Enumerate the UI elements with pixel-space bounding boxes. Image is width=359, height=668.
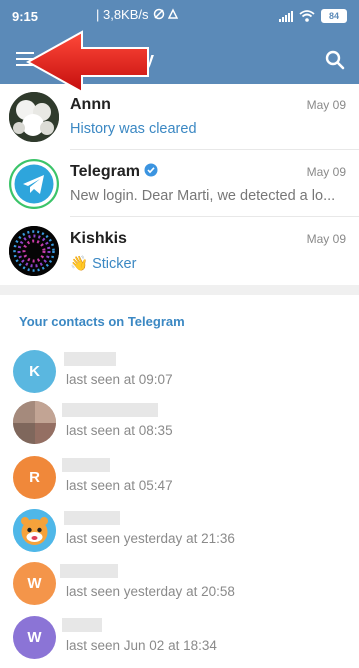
chat-name-text: Telegram xyxy=(70,163,140,180)
search-button[interactable] xyxy=(321,46,349,74)
last-seen: last seen Jun 02 at 18:34 xyxy=(66,638,217,653)
blurred-name xyxy=(64,511,120,525)
tiger-face-icon xyxy=(13,509,56,552)
chat-name: Telegram xyxy=(70,163,158,181)
contact-row[interactable]: last seen at 08:35 xyxy=(0,397,359,453)
verified-badge-icon xyxy=(144,163,158,177)
chat-preview: History was cleared xyxy=(70,121,197,137)
last-seen: last seen yesterday at 20:58 xyxy=(66,584,235,599)
divider xyxy=(70,149,359,150)
blurred-name xyxy=(60,564,118,578)
chat-row[interactable]: Annn May 09 History was cleared xyxy=(0,84,359,150)
avatar: K xyxy=(13,350,56,393)
avatar: R xyxy=(13,456,56,499)
contacts-section-header: Your contacts on Telegram xyxy=(19,314,185,329)
pixelated-photo-icon xyxy=(13,401,56,444)
last-seen: last seen at 09:07 xyxy=(66,372,173,387)
signal-icon xyxy=(279,10,293,22)
divider xyxy=(70,216,359,217)
blurred-name xyxy=(62,458,110,472)
avatar xyxy=(9,226,59,276)
chat-date: May 09 xyxy=(306,98,346,112)
contact-row[interactable]: R last seen at 05:47 xyxy=(0,452,359,508)
battery-icon: 84 xyxy=(321,9,347,23)
avatar xyxy=(9,159,59,209)
avatar xyxy=(9,92,59,142)
wifi-icon xyxy=(299,10,315,22)
avatar xyxy=(13,401,56,444)
chat-row[interactable]: Kishkis May 09 👋 Sticker xyxy=(0,218,359,284)
status-right: 84 xyxy=(279,9,347,23)
network-speed: | 3,8KB/s xyxy=(96,7,149,22)
contact-row[interactable]: last seen yesterday at 21:36 xyxy=(0,505,359,561)
search-icon xyxy=(325,50,345,70)
avatar: W xyxy=(13,562,56,605)
telegram-logo-icon xyxy=(9,159,59,209)
blurred-name xyxy=(62,618,102,632)
avatar: W xyxy=(13,616,56,659)
chat-row[interactable]: Telegram May 09 New login. Dear Marti, w… xyxy=(0,151,359,217)
last-seen: last seen at 08:35 xyxy=(66,423,173,438)
blurred-name xyxy=(64,352,116,366)
status-speed: | 3,8KB/s xyxy=(96,7,179,22)
chat-date: May 09 xyxy=(306,232,346,246)
last-seen: last seen at 05:47 xyxy=(66,478,173,493)
chat-name: Annn xyxy=(70,96,111,113)
chat-preview: New login. Dear Marti, we detected a lo.… xyxy=(70,188,336,204)
data-saver-icon xyxy=(153,8,179,20)
flowers-photo-icon xyxy=(9,92,59,142)
contact-row[interactable]: K last seen at 09:07 xyxy=(0,346,359,402)
section-divider xyxy=(0,285,359,295)
chat-preview: 👋 Sticker xyxy=(70,256,137,272)
chat-name: Kishkis xyxy=(70,230,127,247)
contact-row[interactable]: W last seen yesterday at 20:58 xyxy=(0,558,359,614)
chat-date: May 09 xyxy=(306,165,346,179)
avatar xyxy=(13,509,56,552)
dotted-spiral-icon xyxy=(9,226,59,276)
status-time: 9:15 xyxy=(12,9,39,24)
blurred-name xyxy=(62,403,158,417)
last-seen: last seen yesterday at 21:36 xyxy=(66,531,235,546)
